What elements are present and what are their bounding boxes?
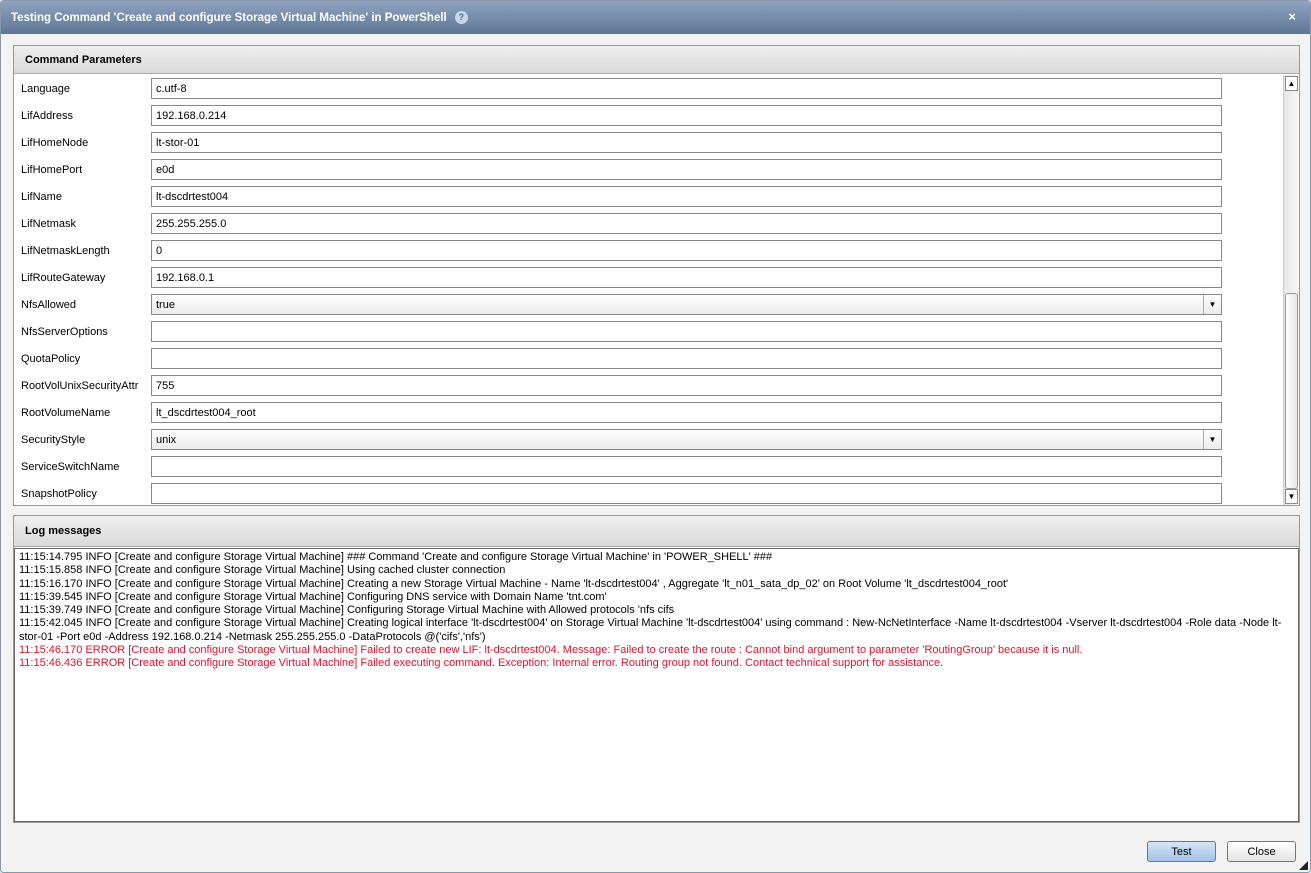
test-button[interactable]: Test	[1147, 841, 1216, 862]
parameter-row: RootVolUnixSecurityAttr 755	[14, 372, 1283, 399]
parameter-row: QuotaPolicy	[14, 345, 1283, 372]
parameter-row: LifAddress 192.168.0.214	[14, 102, 1283, 129]
log-messages-panel: Log messages 11:15:14.795 INFO [Create a…	[13, 515, 1300, 823]
parameters-scrollbar[interactable]: ▲ ▼	[1283, 75, 1299, 505]
parameter-row: ServiceSwitchName	[14, 453, 1283, 480]
parameter-row: LifHomeNode lt-stor-01	[14, 129, 1283, 156]
log-line: 11:15:46.436 ERROR [Create and configure…	[19, 657, 944, 670]
parameter-label: LifNetmaskLength	[21, 244, 110, 257]
help-icon[interactable]: ?	[454, 11, 468, 24]
log-line: 11:15:42.045 INFO [Create and configure …	[19, 617, 1282, 643]
parameter-value: unix	[156, 433, 177, 446]
parameter-row: NfsServerOptions	[14, 318, 1283, 345]
parameter-label: LifNetmask	[21, 217, 77, 230]
parameter-label: ServiceSwitchName	[21, 460, 120, 473]
parameter-input[interactable]	[151, 348, 1222, 369]
parameter-value: 192.168.0.214	[156, 109, 227, 122]
parameter-label: Language	[21, 82, 70, 95]
parameter-value: true	[156, 298, 175, 311]
close-button[interactable]: Close	[1227, 841, 1296, 862]
log-messages-area[interactable]: 11:15:14.795 INFO [Create and configure …	[14, 548, 1299, 822]
scroll-thumb[interactable]	[1285, 293, 1298, 489]
log-line: 11:15:14.795 INFO [Create and configure …	[19, 551, 773, 563]
parameter-label: QuotaPolicy	[21, 352, 81, 365]
parameter-input[interactable]: lt-dscdrtest004	[151, 186, 1222, 207]
parameter-value: 0	[156, 244, 163, 257]
parameter-value: c.utf-8	[156, 82, 187, 95]
parameter-input[interactable]: c.utf-8	[151, 78, 1222, 99]
parameter-row: SnapshotPolicy	[14, 480, 1283, 505]
parameter-value: 192.168.0.1	[156, 271, 215, 284]
parameter-value: lt-stor-01	[156, 136, 200, 149]
dialog-title: Testing Command 'Create and configure St…	[11, 11, 447, 24]
parameter-row: NfsAllowed true ▼	[14, 291, 1283, 318]
parameter-label: LifName	[21, 190, 62, 203]
parameter-value: lt_dscdrtest004_root	[156, 406, 256, 419]
parameter-label: LifRouteGateway	[21, 271, 106, 284]
parameter-label: LifHomeNode	[21, 136, 89, 149]
parameter-select[interactable]: unix ▼	[151, 429, 1222, 450]
chevron-down-icon[interactable]: ▼	[1203, 295, 1221, 314]
parameter-label: SecurityStyle	[21, 433, 86, 446]
log-line: 11:15:15.858 INFO [Create and configure …	[19, 564, 506, 577]
parameter-value: 255.255.255.0	[156, 217, 227, 230]
parameter-row: LifNetmaskLength 0	[14, 237, 1283, 264]
parameter-row: Language c.utf-8	[14, 75, 1283, 102]
chevron-down-icon[interactable]: ▼	[1203, 430, 1221, 449]
parameter-input[interactable]: lt-stor-01	[151, 132, 1222, 153]
command-parameters-header: Command Parameters	[14, 46, 1299, 74]
parameter-input[interactable]	[151, 321, 1222, 342]
resize-grip-icon[interactable]	[1299, 861, 1308, 870]
title-bar[interactable]: Testing Command 'Create and configure St…	[1, 1, 1310, 34]
parameter-input[interactable]	[151, 456, 1222, 477]
scroll-up-icon[interactable]: ▲	[1285, 76, 1298, 91]
test-command-dialog: Testing Command 'Create and configure St…	[0, 0, 1311, 873]
parameter-input[interactable]: 0	[151, 240, 1222, 261]
parameter-value: e0d	[156, 163, 175, 176]
parameter-input[interactable]: 192.168.0.1	[151, 267, 1222, 288]
parameter-row: LifName lt-dscdrtest004	[14, 183, 1283, 210]
scroll-down-icon[interactable]: ▼	[1285, 489, 1298, 504]
close-icon[interactable]: ×	[1288, 9, 1296, 24]
command-parameters-panel: Command Parameters Language c.utf-8 LifAdd…	[13, 45, 1300, 506]
parameter-label: SnapshotPolicy	[21, 487, 97, 500]
parameter-input[interactable]: e0d	[151, 159, 1222, 180]
parameter-list: Language c.utf-8 LifAddress 192.168.0.214 Li…	[14, 75, 1283, 505]
parameter-input[interactable]: 755	[151, 375, 1222, 396]
parameter-input[interactable]: 192.168.0.214	[151, 105, 1222, 126]
parameter-row: LifNetmask 255.255.255.0	[14, 210, 1283, 237]
parameter-input[interactable]	[151, 483, 1222, 504]
parameter-label: RootVolumeName	[21, 406, 111, 419]
log-line: 11:15:16.170 INFO [Create and configure …	[19, 577, 1009, 590]
parameter-input[interactable]: 255.255.255.0	[151, 213, 1222, 234]
log-messages-header: Log messages	[14, 516, 1299, 547]
parameter-label: LifHomePort	[21, 163, 83, 176]
parameter-value: 755	[156, 379, 175, 392]
parameter-row: RootVolumeName lt_dscdrtest004_root	[14, 399, 1283, 426]
parameter-input[interactable]: lt_dscdrtest004_root	[151, 402, 1222, 423]
parameter-row: SecurityStyle unix ▼	[14, 426, 1283, 453]
parameter-label: RootVolUnixSecurityAttr	[21, 379, 139, 392]
parameter-label: NfsServerOptions	[21, 325, 108, 338]
parameter-row: LifHomePort e0d	[14, 156, 1283, 183]
parameter-select[interactable]: true ▼	[151, 294, 1222, 315]
log-line: 11:15:46.170 ERROR [Create and configure…	[19, 644, 1083, 657]
parameter-value: lt-dscdrtest004	[156, 190, 229, 203]
log-line: 11:15:39.749 INFO [Create and configure …	[19, 604, 675, 617]
log-line: 11:15:39.545 INFO [Create and configure …	[19, 590, 607, 603]
parameter-row: LifRouteGateway 192.168.0.1	[14, 264, 1283, 291]
parameter-label: LifAddress	[21, 109, 73, 122]
parameter-label: NfsAllowed	[21, 298, 77, 311]
